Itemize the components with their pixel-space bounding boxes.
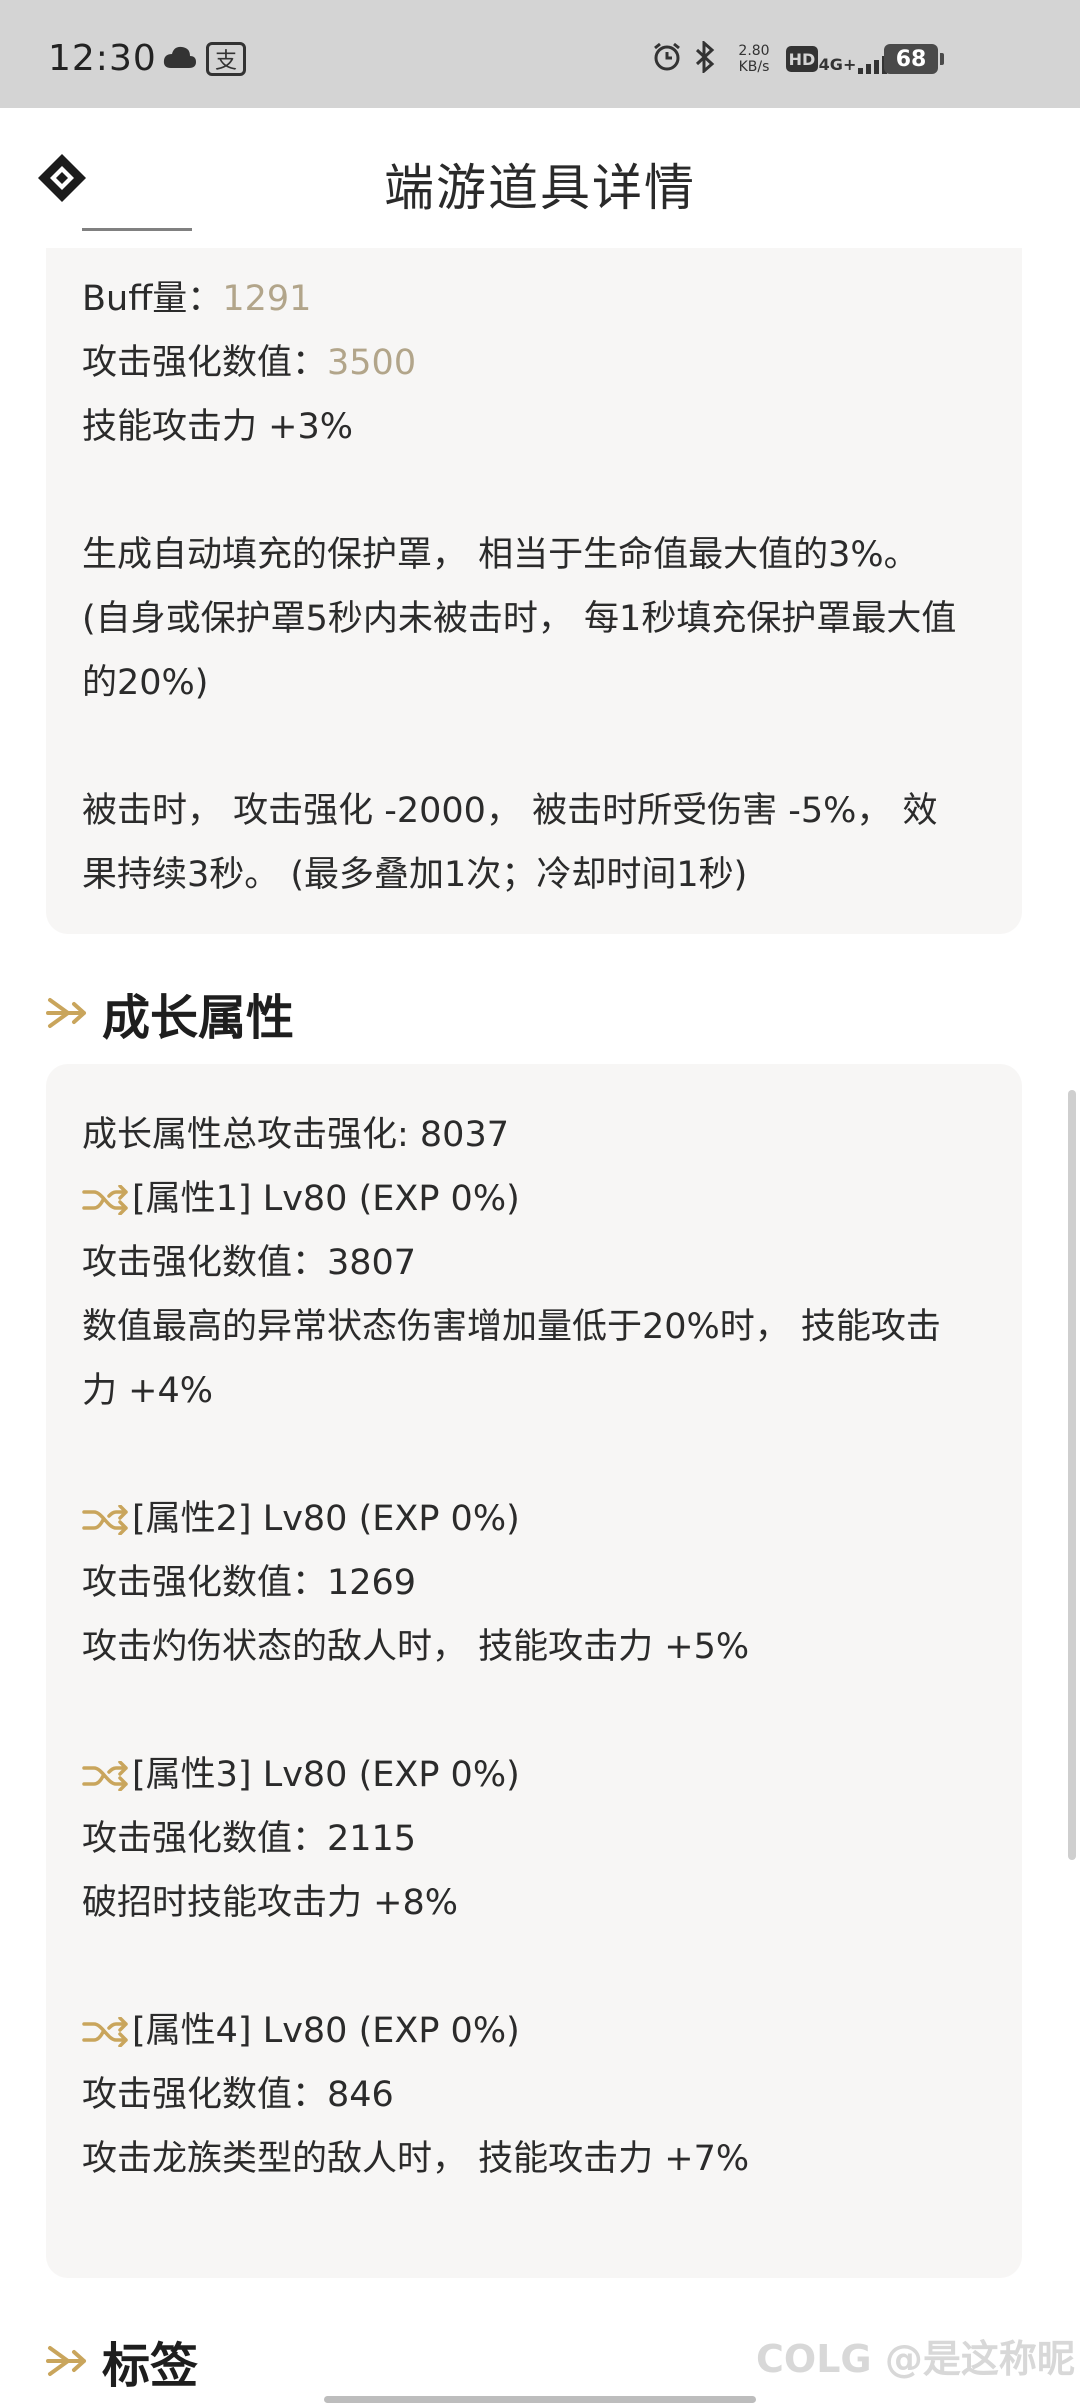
hd-badge: HD — [786, 46, 818, 72]
net-speed-value: 2.80 — [738, 43, 770, 59]
attribute-3-desc-1: 破招时技能攻击力 +8% — [82, 1883, 458, 1923]
atk-value: 3500 — [327, 343, 417, 383]
attribute-4-title: [属性4] Lv80 (EXP 0%) — [132, 2011, 520, 2051]
attribute-4-atk: 攻击强化数值：846 — [82, 2075, 394, 2115]
bluetooth-icon — [690, 40, 720, 74]
buff-amount: Buff量：1291 — [82, 270, 311, 321]
shield-desc-2: (自身或保护罩5秒内未被击时， 每1秒填充保护罩最大值 — [82, 599, 957, 639]
growth-total: 成长属性总攻击强化: 8037 — [82, 1115, 509, 1155]
home-indicator[interactable] — [324, 2396, 756, 2403]
atk-label: 攻击强化数值： — [82, 343, 328, 383]
pay-icon: 支 — [206, 42, 246, 76]
alarm-icon — [650, 40, 684, 74]
buff-label: Buff量： — [82, 279, 223, 319]
shuffle-icon — [82, 1761, 128, 1791]
attribute-3-header: [属性3] Lv80 (EXP 0%) — [82, 1746, 520, 1797]
signal-icon: 4G+ — [819, 40, 888, 74]
status-bar: 12:30 支 2.80 KB/s HD 4G+ 68 — [0, 0, 1080, 108]
section-arrow-icon — [46, 998, 86, 1028]
tags-section-heading: 标签 — [46, 2326, 198, 2396]
shuffle-icon — [82, 1505, 128, 1535]
battery-icon: 68 — [884, 44, 944, 74]
shuffle-icon — [82, 1185, 128, 1215]
signal-bars — [858, 56, 888, 74]
atk-boost: 攻击强化数值：3500 — [82, 334, 416, 385]
net-speed-unit: KB/s — [738, 59, 770, 75]
status-time: 12:30 — [48, 38, 157, 79]
growth-section-title: 成长属性 — [102, 990, 295, 1046]
hit-desc-1: 被击时， 攻击强化 -2000， 被击时所受伤害 -5%， 效 — [82, 791, 938, 831]
attribute-2-title: [属性2] Lv80 (EXP 0%) — [132, 1499, 520, 1539]
cloud-icon — [160, 40, 200, 74]
section-arrow-icon — [46, 2346, 86, 2376]
watermark-text: @是这称昵 — [884, 2337, 1075, 2381]
attribute-1-atk: 攻击强化数值：3807 — [82, 1243, 417, 1283]
buff-value: 1291 — [222, 279, 312, 319]
attribute-1-title: [属性1] Lv80 (EXP 0%) — [132, 1179, 520, 1219]
growth-section-heading: 成长属性 — [46, 978, 294, 1048]
hit-desc-2: 果持续3秒。 (最多叠加1次；冷却时间1秒) — [82, 855, 748, 895]
scrollbar[interactable] — [1068, 1090, 1076, 1860]
clipped-text-line — [82, 216, 192, 231]
shield-desc-3: 的20%) — [82, 663, 209, 703]
attribute-2-desc-1: 攻击灼伤状态的敌人时， 技能攻击力 +5% — [82, 1627, 750, 1667]
watermark-logo: COLG — [756, 2337, 872, 2381]
attribute-2-atk: 攻击强化数值：1269 — [82, 1563, 417, 1603]
watermark: COLG @是这称昵 — [756, 2328, 1075, 2383]
attribute-4-header: [属性4] Lv80 (EXP 0%) — [82, 2002, 520, 2053]
attribute-1-desc-1: 数值最高的异常状态伤害增加量低于20%时， 技能攻击 — [82, 1307, 941, 1347]
tags-section-title: 标签 — [102, 2338, 199, 2394]
shield-desc-1: 生成自动填充的保护罩， 相当于生命值最大值的3%。 — [82, 535, 919, 575]
attribute-3-title: [属性3] Lv80 (EXP 0%) — [132, 1755, 520, 1795]
attribute-2-header: [属性2] Lv80 (EXP 0%) — [82, 1490, 520, 1541]
shuffle-icon — [82, 2017, 128, 2047]
attribute-3-atk: 攻击强化数值：2115 — [82, 1819, 417, 1859]
net-speed: 2.80 KB/s — [732, 42, 776, 76]
attribute-1-header: [属性1] Lv80 (EXP 0%) — [82, 1170, 520, 1221]
page-title: 端游道具详情 — [384, 159, 696, 217]
attribute-4-desc-1: 攻击龙族类型的敌人时， 技能攻击力 +7% — [82, 2139, 750, 2179]
network-type: 4G+ — [818, 55, 857, 74]
skill-bonus: 技能攻击力 +3% — [82, 407, 353, 447]
attribute-1-desc-2: 力 +4% — [82, 1371, 213, 1411]
